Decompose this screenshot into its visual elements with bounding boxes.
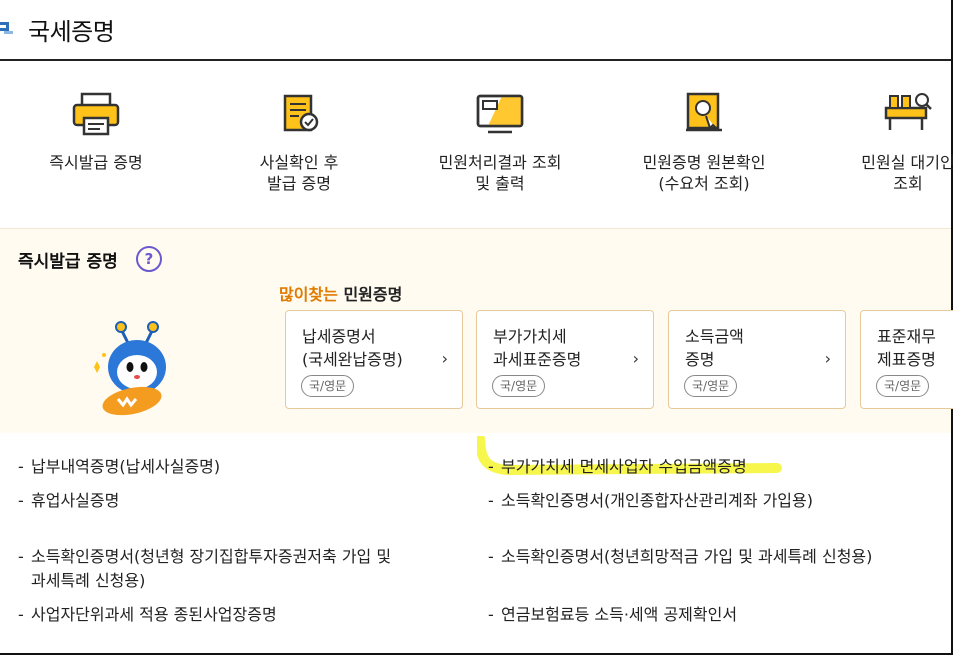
bullet-dash: - [18, 547, 24, 566]
menu-verify-then-issue[interactable]: 사실확인 후 발급 증명 [209, 90, 389, 194]
certificate-verify-icon [686, 92, 722, 132]
mascot-illustration [94, 321, 166, 416]
popular-heading: 많이찾는 민원증명 [279, 281, 402, 305]
language-badge: 국/영문 [876, 375, 930, 397]
menu-result-lookup[interactable]: 민원처리결과 조회 및 출력 [410, 90, 590, 194]
list-item-label: 소득확인증명서(청년형 장기집합투자증권저축 가입 및 과세특례 신청용) [31, 547, 392, 590]
menu-label: 민원증명 원본확인 (수요처 조회) [642, 153, 766, 193]
chevron-right-icon: › [632, 349, 639, 368]
list-item[interactable]: - 소득확인증명서(청년형 장기집합투자증권저축 가입 및 과세특례 신청용) [18, 545, 391, 593]
list-item[interactable]: - 납부내역증명(납세사실증명) [18, 455, 220, 479]
menu-label: 사실확인 후 발급 증명 [259, 153, 339, 193]
chevron-right-icon: › [824, 349, 831, 368]
bullet-dash: - [18, 605, 24, 624]
list-item[interactable]: - 휴업사실증명 [18, 489, 119, 513]
menu-original-verify[interactable]: 민원증명 원본확인 (수요처 조회) [614, 90, 794, 194]
list-item-label: 부가가치세 면세사업자 수입금액증명 [501, 457, 747, 476]
list-item-label: 소득확인증명서(청년희망적금 가입 및 과세특례 신청용) [501, 547, 873, 566]
instant-issue-panel: 즉시발급 증명 ? 많이찾는 민원증명 납세증명서 (국세완납증명) › 국/영… [0, 228, 953, 433]
popular-card-financial-statement[interactable]: 표준재무 제표증명 국/영문 [860, 310, 953, 409]
bullet-dash: - [488, 457, 494, 476]
bullet-dash: - [488, 491, 494, 510]
menu-label: 즉시발급 증명 [49, 153, 143, 172]
popular-card-vat-base[interactable]: 부가가치세 과세표준증명 › 국/영문 [476, 310, 654, 409]
card-name: 부가가치세 과세표준증명 [493, 327, 582, 369]
printer-icon [72, 92, 120, 136]
list-item[interactable]: - 부가가치세 면세사업자 수입금액증명 [488, 455, 747, 479]
popular-card-tax-payment[interactable]: 납세증명서 (국세완납증명) › 국/영문 [285, 310, 463, 409]
language-badge: 국/영문 [684, 375, 738, 397]
popular-highlight: 많이찾는 [279, 285, 338, 304]
card-name: 소득금액 증명 [685, 327, 744, 369]
chevron-right-icon: › [441, 349, 448, 368]
help-icon[interactable]: ? [136, 246, 162, 272]
card-name: 납세증명서 (국세완납증명) [302, 327, 403, 369]
language-badge: 국/영문 [301, 375, 355, 397]
document-check-icon [283, 94, 319, 132]
card-name: 표준재무 제표증명 [877, 327, 936, 369]
bullet-dash: - [18, 491, 24, 510]
list-item[interactable]: - 소득확인증명서(개인종합자산관리계좌 가입용) [488, 489, 813, 513]
list-item-label: 휴업사실증명 [31, 491, 120, 510]
page-title: 국세증명 [28, 18, 115, 46]
waiting-room-search-icon [884, 93, 932, 130]
list-item-label: 소득확인증명서(개인종합자산관리계좌 가입용) [501, 491, 813, 510]
list-item-label: 납부내역증명(납세사실증명) [31, 457, 221, 476]
menu-label: 민원처리결과 조회 및 출력 [438, 153, 562, 193]
section-mark-icon [0, 18, 14, 38]
panel-title: 즉시발급 증명 [18, 252, 118, 272]
list-item[interactable]: - 사업자단위과세 적용 종된사업장증명 [18, 603, 277, 627]
menu-waiting-lookup[interactable]: 민원실 대기인 조회 [818, 90, 953, 194]
quick-menu: 즉시발급 증명 사실확인 후 발급 증명 민원처리결과 조회 및 출력 민원증명… [0, 62, 953, 227]
list-item-label: 연금보험료등 소득·세액 공제확인서 [501, 605, 738, 624]
bullet-dash: - [488, 547, 494, 566]
monitor-result-icon [476, 94, 524, 134]
list-item[interactable]: - 연금보험료등 소득·세액 공제확인서 [488, 603, 737, 627]
list-item[interactable]: - 소득확인증명서(청년희망적금 가입 및 과세특례 신청용) [488, 545, 872, 569]
popular-rest: 민원증명 [337, 285, 403, 304]
popular-card-income-amount[interactable]: 소득금액 증명 › 국/영문 [668, 310, 846, 409]
menu-instant-issue[interactable]: 즉시발급 증명 [6, 90, 186, 173]
page-header: 국세증명 [0, 0, 951, 61]
menu-label: 민원실 대기인 조회 [861, 153, 953, 193]
list-item-label: 사업자단위과세 적용 종된사업장증명 [31, 605, 277, 624]
bullet-dash: - [488, 605, 494, 624]
language-badge: 국/영문 [492, 375, 546, 397]
bullet-dash: - [18, 457, 24, 476]
